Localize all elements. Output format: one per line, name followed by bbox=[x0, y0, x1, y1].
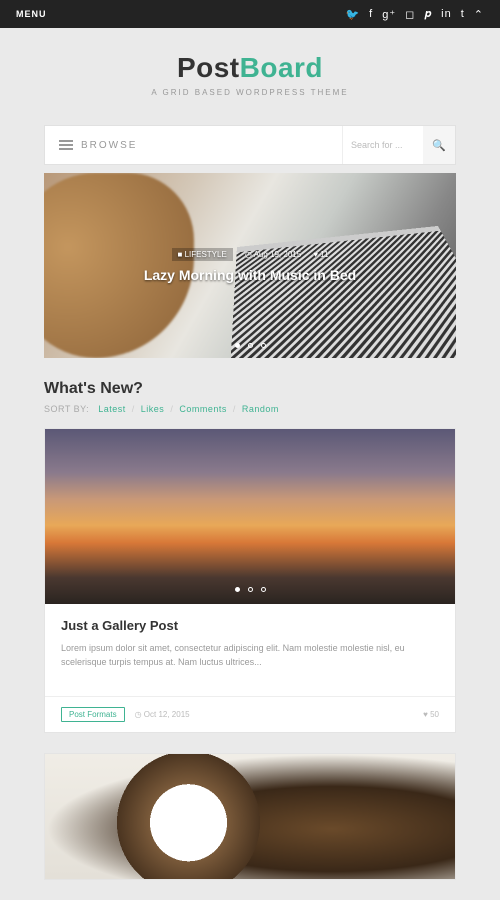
sort-random[interactable]: Random bbox=[242, 404, 279, 414]
hero-category[interactable]: ■ LIFESTYLE bbox=[172, 248, 233, 261]
dot-2[interactable] bbox=[248, 587, 253, 592]
social-icons: 🐦 f g⁺ ◻ 𝒑 in t ⌃ bbox=[345, 8, 484, 21]
post-title[interactable]: Just a Gallery Post bbox=[61, 618, 439, 633]
post-card: Just a Gallery Post Lorem ipsum dolor si… bbox=[44, 428, 456, 733]
section-title: What's New? bbox=[44, 380, 456, 398]
tumblr-icon[interactable]: t bbox=[461, 8, 465, 20]
browse-label: BROWSE bbox=[81, 140, 137, 151]
rss-icon[interactable]: ⌃ bbox=[474, 8, 484, 21]
twitter-icon[interactable]: 🐦 bbox=[345, 8, 360, 21]
post-footer: Post Formats ◷ Oct 12, 2015 ♥ 50 bbox=[45, 696, 455, 732]
browse-bar: BROWSE 🔍 bbox=[44, 125, 456, 165]
header: PostBoard A GRID BASED WORDPRESS THEME bbox=[0, 28, 500, 107]
post-dots bbox=[45, 587, 455, 592]
hero-dots bbox=[44, 343, 456, 348]
hero-title[interactable]: Lazy Morning with Music in Bed bbox=[144, 267, 356, 283]
post-image[interactable] bbox=[45, 754, 455, 879]
sort-comments[interactable]: Comments bbox=[179, 404, 227, 414]
logo-part-b: Board bbox=[240, 52, 323, 83]
instagram-icon[interactable]: ◻ bbox=[405, 8, 415, 21]
facebook-icon[interactable]: f bbox=[369, 8, 373, 20]
sort-latest[interactable]: Latest bbox=[98, 404, 126, 414]
sort-likes[interactable]: Likes bbox=[141, 404, 165, 414]
post-card-2 bbox=[44, 753, 456, 880]
search-button[interactable]: 🔍 bbox=[423, 126, 455, 164]
post-date: ◷ Oct 12, 2015 bbox=[135, 710, 190, 719]
dot-2[interactable] bbox=[248, 343, 253, 348]
tagline: A GRID BASED WORDPRESS THEME bbox=[0, 88, 500, 97]
site-logo[interactable]: PostBoard bbox=[0, 52, 500, 84]
dot-1[interactable] bbox=[235, 343, 240, 348]
google-plus-icon[interactable]: g⁺ bbox=[382, 8, 396, 21]
sort-label: SORT BY: bbox=[44, 404, 89, 414]
menu-toggle[interactable]: MENU bbox=[16, 9, 47, 19]
linkedin-icon[interactable]: in bbox=[441, 8, 452, 20]
post-image-slider[interactable] bbox=[45, 429, 455, 604]
hero-date: ◷ Aug 19, 2015 bbox=[245, 250, 301, 259]
post-tag[interactable]: Post Formats bbox=[61, 707, 125, 722]
search: 🔍 bbox=[342, 126, 455, 164]
hamburger-icon bbox=[59, 138, 73, 152]
dot-3[interactable] bbox=[261, 343, 266, 348]
logo-part-a: Post bbox=[177, 52, 240, 83]
hero-slider[interactable]: ■ LIFESTYLE ◷ Aug 19, 2015 ♥ 11 Lazy Mor… bbox=[44, 173, 456, 358]
browse-button[interactable]: BROWSE bbox=[45, 138, 137, 152]
hero-meta: ■ LIFESTYLE ◷ Aug 19, 2015 ♥ 11 bbox=[172, 248, 329, 261]
pinterest-icon[interactable]: 𝒑 bbox=[424, 8, 432, 21]
dot-3[interactable] bbox=[261, 587, 266, 592]
sort-bar: SORT BY: Latest / Likes / Comments / Ran… bbox=[44, 404, 456, 414]
search-icon: 🔍 bbox=[432, 140, 446, 152]
hero-content: ■ LIFESTYLE ◷ Aug 19, 2015 ♥ 11 Lazy Mor… bbox=[44, 173, 456, 358]
post-body: Just a Gallery Post Lorem ipsum dolor si… bbox=[45, 604, 455, 696]
hero-likes[interactable]: ♥ 11 bbox=[313, 250, 328, 259]
search-input[interactable] bbox=[343, 126, 423, 164]
post-likes[interactable]: ♥ 50 bbox=[423, 710, 439, 719]
post-excerpt: Lorem ipsum dolor sit amet, consectetur … bbox=[61, 641, 439, 670]
topbar: MENU 🐦 f g⁺ ◻ 𝒑 in t ⌃ bbox=[0, 0, 500, 28]
dot-1[interactable] bbox=[235, 587, 240, 592]
